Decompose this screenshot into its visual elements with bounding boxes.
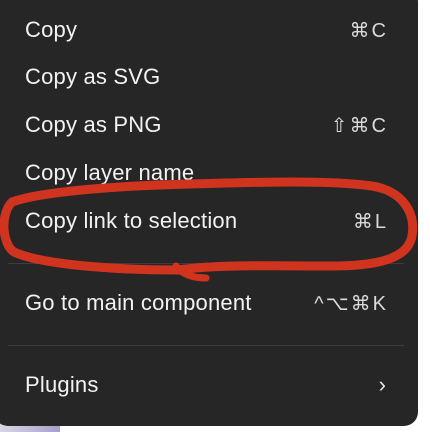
- context-menu: Copy ⌘C Copy as SVG Copy as PNG ⇧⌘C Copy…: [0, 0, 418, 426]
- menu-item-copy-as-svg[interactable]: Copy as SVG: [25, 57, 388, 97]
- shortcut-hint: ⌘L: [352, 210, 388, 233]
- menu-item-copy[interactable]: Copy ⌘C: [25, 10, 388, 50]
- menu-item-label: Go to main component: [25, 290, 252, 315]
- menu-divider: [8, 345, 404, 346]
- menu-item-label: Copy as PNG: [25, 112, 162, 137]
- menu-item-label: Copy layer name: [25, 160, 195, 185]
- shortcut-hint: ⇧⌘C: [330, 114, 388, 137]
- menu-item-label: Copy link to selection: [25, 208, 238, 233]
- menu-item-go-to-main-component[interactable]: Go to main component ^⌥⌘K: [25, 283, 388, 323]
- menu-item-plugins[interactable]: Plugins ›: [25, 365, 388, 405]
- menu-item-copy-link-to-selection[interactable]: Copy link to selection ⌘L: [25, 201, 388, 241]
- shortcut-hint: ^⌥⌘K: [314, 292, 388, 315]
- shortcut-hint: ⌘C: [349, 19, 388, 42]
- menu-item-label: Plugins: [25, 372, 99, 397]
- menu-divider: [8, 263, 404, 264]
- menu-item-copy-as-png[interactable]: Copy as PNG ⇧⌘C: [25, 105, 388, 145]
- menu-item-label: Copy as SVG: [25, 64, 161, 89]
- menu-item-copy-layer-name[interactable]: Copy layer name: [25, 153, 388, 193]
- menu-item-label: Copy: [25, 17, 78, 42]
- chevron-right-icon: ›: [378, 372, 386, 397]
